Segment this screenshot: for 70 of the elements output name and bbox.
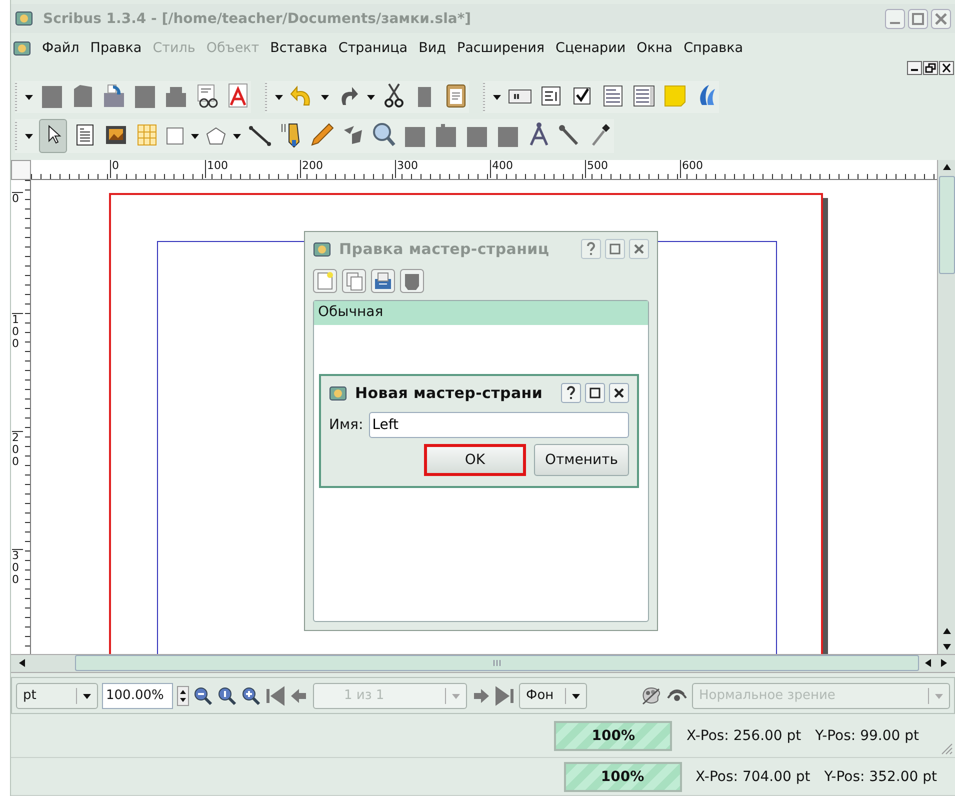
ruler-corner[interactable] bbox=[11, 160, 31, 180]
progress-text: 100% bbox=[600, 768, 644, 784]
maximize-icon[interactable] bbox=[585, 382, 605, 403]
dialog-button[interactable]: OK bbox=[424, 444, 526, 476]
ruler-label: 100 bbox=[205, 160, 228, 178]
layer-dropdown[interactable]: Фон bbox=[519, 682, 587, 709]
ruler-label: 300 bbox=[12, 548, 23, 586]
help-icon[interactable] bbox=[561, 382, 581, 403]
ruler-label: 300 bbox=[395, 160, 418, 178]
app-icon bbox=[329, 384, 347, 401]
y-position: Y-Pos: 99.00 pt bbox=[815, 728, 919, 744]
field-label: Имя: bbox=[329, 416, 364, 433]
unit-dropdown[interactable]: pt bbox=[16, 682, 98, 709]
dialog-title: Правка мастер-страниц bbox=[339, 240, 550, 258]
scrollbar-thumb[interactable] bbox=[75, 655, 919, 672]
ruler-label: 400 bbox=[490, 160, 513, 178]
app-icon bbox=[15, 10, 33, 28]
toolbar-handle-icon bbox=[15, 120, 19, 152]
dialog-title: Новая мастер-страни bbox=[355, 384, 544, 402]
new-page-icon[interactable] bbox=[313, 268, 337, 293]
scrollbar-thumb[interactable] bbox=[938, 176, 954, 274]
ruler-label: 100 bbox=[12, 312, 23, 350]
pointer-icon[interactable] bbox=[39, 119, 67, 154]
menu-item[interactable]: Файл bbox=[42, 40, 80, 56]
list-item[interactable]: Обычная bbox=[314, 300, 648, 325]
ruler-label: 500 bbox=[585, 160, 608, 178]
close-icon[interactable] bbox=[609, 382, 629, 403]
spinner-icon[interactable] bbox=[177, 686, 189, 706]
grip-icon bbox=[492, 660, 502, 666]
x-position: X-Pos: 256.00 pt bbox=[686, 728, 802, 744]
duplicate-icon[interactable] bbox=[342, 268, 366, 293]
menu-item[interactable]: Вид bbox=[418, 40, 446, 56]
progress-text: 100% bbox=[592, 728, 636, 744]
ruler-label: 200 bbox=[300, 160, 323, 178]
menu-item[interactable]: Вставка bbox=[270, 40, 328, 56]
menu-item[interactable]: Страница bbox=[338, 40, 408, 56]
zoom-field[interactable]: 100.00% bbox=[102, 682, 173, 709]
menu-item[interactable]: Расширения bbox=[456, 40, 545, 56]
y-position: Y-Pos: 352.00 pt bbox=[824, 768, 937, 784]
toolbar-handle-icon bbox=[265, 81, 269, 114]
dialog-button[interactable]: Отменить bbox=[534, 444, 629, 476]
menu-item[interactable]: Правка bbox=[90, 40, 142, 56]
menu-item[interactable]: Окна bbox=[636, 40, 673, 56]
close-icon[interactable] bbox=[939, 61, 954, 76]
toolbar-handle-icon bbox=[15, 81, 19, 114]
zoom-actual-icon[interactable] bbox=[217, 686, 237, 706]
first-page-icon[interactable] bbox=[265, 686, 285, 706]
horizontal-scrollbar[interactable] bbox=[11, 654, 955, 674]
menu-item[interactable]: Сценарии bbox=[556, 40, 626, 56]
menu-item[interactable]: Справка bbox=[684, 40, 744, 56]
import-icon[interactable] bbox=[371, 268, 395, 293]
zoom-in-icon[interactable] bbox=[241, 686, 261, 706]
name-field[interactable]: Left bbox=[369, 412, 629, 438]
ruler-label: 600 bbox=[680, 160, 703, 178]
ruler-label: 0 bbox=[12, 192, 23, 205]
window-title: Scribus 1.3.4 - [/home/teacher/Documents/замки.sla*] bbox=[43, 10, 472, 27]
last-page-icon[interactable] bbox=[495, 686, 515, 706]
app-icon bbox=[313, 240, 331, 257]
ruler-label: 0 bbox=[110, 160, 119, 178]
zoom-out-icon[interactable] bbox=[193, 686, 213, 706]
restore-icon[interactable] bbox=[923, 61, 938, 76]
vertical-scrollbar[interactable] bbox=[937, 160, 955, 654]
resize-grip-icon[interactable] bbox=[939, 741, 953, 756]
x-position: X-Pos: 704.00 pt bbox=[696, 768, 810, 784]
ruler-label: 200 bbox=[12, 430, 23, 468]
app-icon bbox=[13, 40, 31, 56]
trash-icon[interactable] bbox=[400, 268, 424, 293]
palette-icon[interactable] bbox=[640, 686, 662, 706]
toolbar-handle-icon bbox=[483, 81, 487, 114]
minimize-icon[interactable] bbox=[907, 61, 922, 76]
